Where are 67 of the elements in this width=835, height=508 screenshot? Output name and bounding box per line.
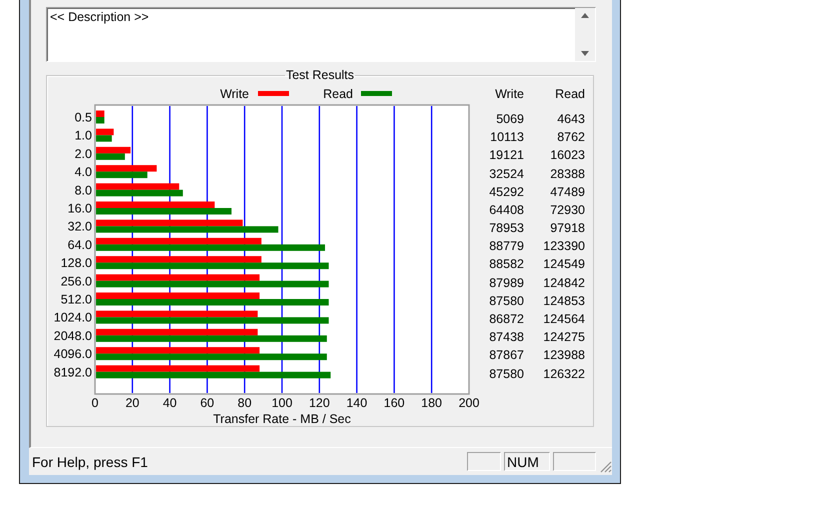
tick-label: 80 [238, 396, 252, 410]
table-cell-text: 124549 [542, 256, 585, 274]
category-label: 1024.0 [54, 310, 92, 325]
category-label: 1.0 [74, 128, 92, 143]
table-cell-text: 64408 [488, 202, 524, 219]
table-cell-text: 88779 [488, 238, 524, 256]
legend-label: Write [220, 87, 249, 101]
table-cell-text: 72930 [549, 202, 585, 219]
table-cell-text: 123988 [542, 347, 585, 364]
table-cell-text: 124564 [542, 311, 585, 328]
table-cell-text: 78953 [488, 220, 524, 238]
num-indicator: NUM [504, 452, 550, 471]
table-cell-text: 87438 [488, 329, 524, 346]
table-cell-text: 126322 [542, 366, 585, 383]
table-cell-text: 87580 [488, 366, 524, 383]
resize-grip-icon[interactable] [599, 460, 612, 473]
category-label: 4.0 [74, 165, 92, 180]
category-label: 512.0 [60, 292, 92, 306]
table-cell-text: 16023 [549, 147, 585, 164]
table-cell-text: 124853 [542, 292, 585, 310]
category-label: 8.0 [74, 183, 92, 198]
category-label: 8192.0 [54, 365, 92, 380]
tick-label: 180 [421, 396, 442, 410]
table-cell-text: 5069 [495, 110, 524, 128]
table-cell-text: 88582 [488, 256, 524, 274]
table-cell-text: 28388 [549, 166, 585, 183]
category-label: 0.5 [74, 110, 92, 124]
group-title: Test Results [284, 69, 356, 82]
category-label: 64.0 [68, 238, 92, 252]
table-cell-text: 87989 [488, 274, 524, 292]
table-cell-text: 86872 [488, 311, 524, 328]
table-cell-text: 45292 [488, 184, 524, 201]
tick-label: 20 [125, 396, 140, 410]
table-cell-text: 97918 [549, 220, 585, 238]
table-cell-text: 87867 [488, 347, 524, 364]
category-label: 256.0 [60, 274, 92, 288]
category-label: 2.0 [74, 146, 92, 161]
status-pane [553, 452, 596, 471]
tick-label: 160 [384, 396, 405, 410]
table-cell-text: 10113 [489, 129, 524, 146]
tick-label: 0 [92, 396, 98, 410]
category-label: 32.0 [68, 220, 92, 234]
category-label: 128.0 [60, 256, 92, 270]
tick-label: 60 [200, 396, 214, 410]
table-cell-text: 47489 [549, 184, 585, 201]
category-label: 16.0 [68, 202, 92, 216]
table-cell-text: 124842 [542, 274, 585, 292]
table-cell-text: 19121 [488, 147, 524, 164]
table-cell-text: 87580 [488, 292, 524, 310]
table-cell-text: 123390 [542, 238, 585, 256]
table-cell-text: 8762 [556, 129, 585, 146]
tick-label: 200 [458, 396, 480, 410]
category-label: 2048.0 [54, 328, 92, 343]
tick-label: 100 [272, 396, 292, 410]
category-label: 4096.0 [54, 347, 92, 362]
table-cell-text: 32524 [488, 166, 524, 183]
status-pane [467, 452, 501, 471]
column-header: Write [494, 86, 524, 103]
status-text: For Help, press F1 [32, 454, 149, 470]
legend-label: Read [323, 87, 353, 101]
column-header: Read [554, 86, 585, 103]
tick-label: 40 [162, 396, 177, 410]
tick-label: 120 [308, 396, 330, 410]
table-cell-text: 4643 [556, 110, 585, 128]
axis-title: Transfer Rate - MB / Sec [213, 412, 351, 426]
table-cell-text: 124275 [542, 329, 585, 346]
tick-label: 140 [346, 396, 368, 410]
